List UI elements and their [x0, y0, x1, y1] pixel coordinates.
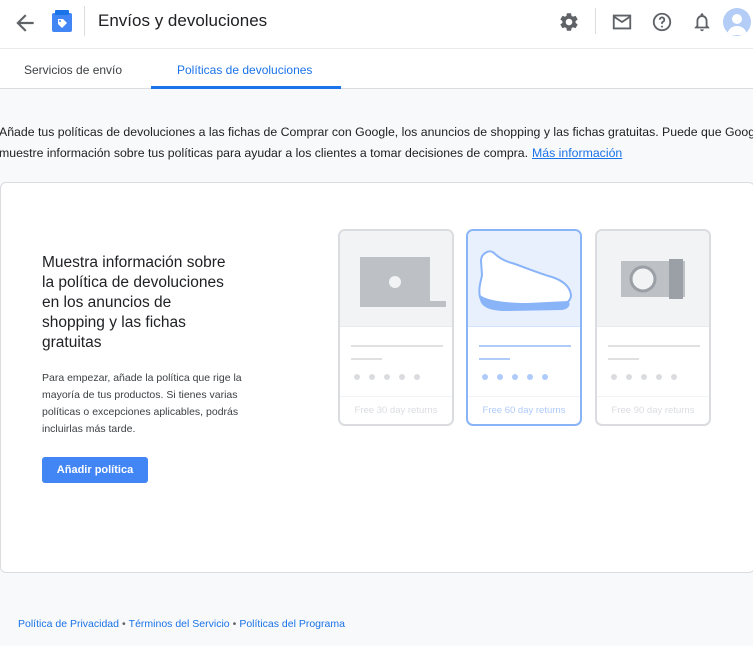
placeholder-line	[479, 345, 571, 347]
product-image	[597, 231, 709, 327]
intro-line-2: muestre información sobre tus políticas …	[0, 143, 753, 164]
more-info-link[interactable]: Más información	[532, 146, 622, 160]
product-preview-card: Free 60 day returns	[466, 229, 582, 426]
placeholder-line	[608, 358, 639, 360]
card-divider	[468, 396, 580, 397]
intro-text: Añade tus políticas de devoluciones a la…	[0, 122, 753, 164]
laptop-icon	[360, 257, 446, 307]
intro-line-2-text: muestre información sobre tus políticas …	[0, 146, 529, 160]
return-label: Free 90 day returns	[611, 405, 695, 416]
active-tab-indicator	[151, 86, 341, 89]
tab-shipping-services[interactable]: Servicios de envío	[24, 63, 122, 77]
rating-dots	[482, 374, 548, 380]
user-icon	[727, 14, 747, 35]
product-preview-card: Free 90 day returns	[595, 229, 711, 426]
return-label: Free 30 day returns	[354, 405, 438, 416]
card-heading: Muestra información sobre la política de…	[42, 254, 226, 351]
card-divider	[597, 396, 709, 397]
card-divider	[340, 396, 452, 397]
rating-dots	[354, 374, 420, 380]
bell-icon[interactable]	[691, 11, 713, 33]
app-header: Envíos y devoluciones	[0, 0, 753, 48]
mail-icon[interactable]	[611, 11, 633, 33]
tab-return-policies[interactable]: Políticas de devoluciones	[177, 63, 312, 77]
camera-icon	[621, 259, 685, 299]
product-image	[468, 231, 580, 327]
tab-bar: Servicios de envío Políticas de devoluci…	[0, 48, 753, 89]
return-label: Free 60 day returns	[482, 405, 566, 416]
footer-separator: •	[121, 618, 126, 630]
product-image	[340, 231, 452, 327]
privacy-policy-link[interactable]: Política de Privacidad	[18, 618, 119, 630]
footer-separator: •	[232, 618, 237, 630]
placeholder-line	[608, 345, 700, 347]
help-icon[interactable]	[651, 11, 673, 33]
footer-links: Política de Privacidad • Términos del Serv…	[18, 618, 345, 630]
rating-dots	[611, 374, 677, 380]
add-policy-button[interactable]: Añadir política	[42, 457, 148, 483]
header-divider	[84, 6, 85, 36]
arrow-back-icon[interactable]	[12, 10, 38, 36]
card-description: Para empezar, añade la política que rige…	[42, 372, 242, 435]
gear-icon[interactable]	[558, 11, 580, 33]
terms-of-service-link[interactable]: Términos del Servicio	[129, 618, 230, 630]
placeholder-line	[351, 345, 443, 347]
avatar[interactable]	[723, 8, 751, 36]
header-divider	[595, 8, 596, 34]
placeholder-line	[479, 358, 510, 360]
program-policies-link[interactable]: Políticas del Programa	[239, 618, 345, 630]
merchant-logo-icon	[52, 10, 72, 32]
page-title: Envíos y devoluciones	[98, 11, 268, 30]
product-preview-card: Free 30 day returns	[338, 229, 454, 426]
intro-line-1: Añade tus políticas de devoluciones a la…	[0, 125, 753, 139]
placeholder-line	[351, 358, 382, 360]
shoe-icon	[478, 250, 573, 311]
